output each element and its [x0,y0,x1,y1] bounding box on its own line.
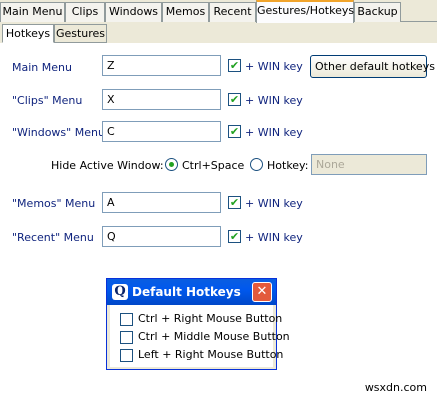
clips-menu-win-checkbox[interactable] [228,93,241,106]
memos-menu-win-label: + WIN key [245,197,303,210]
windows-menu-label: "Windows" Menu [12,126,105,139]
ctrl-right-mouse-label: Ctrl + Right Mouse Button [138,312,283,325]
windows-menu-win-label: + WIN key [245,126,303,139]
memos-menu-label: "Memos" Menu [12,197,96,210]
hotkey-radio[interactable] [250,158,263,171]
close-icon[interactable]: ✕ [252,282,272,302]
ctrl-middle-mouse-checkbox[interactable] [120,331,133,344]
tab-recent[interactable]: Recent [209,2,256,22]
tab-main-menu[interactable]: Main Menu [0,2,65,22]
hide-active-window-label: Hide Active Window: [51,159,164,172]
dialog-body: Ctrl + Right Mouse Button Ctrl + Middle … [110,305,290,367]
subtab-gestures[interactable]: Gestures [54,24,107,43]
other-default-hotkeys-button[interactable]: Other default hotkeys [310,55,435,78]
dialog-titlebar[interactable]: Q Default Hotkeys ✕ [107,279,276,305]
left-right-mouse-checkbox[interactable] [120,349,133,362]
main-menu-key-input[interactable]: Z [102,55,221,76]
recent-menu-key-input[interactable]: Q [102,226,221,247]
watermark: wsxdn.com [364,381,427,394]
hotkey-option-label: Hotkey: [267,159,309,172]
main-menu-win-checkbox[interactable] [228,59,241,72]
app-q-icon: Q [112,284,128,300]
tab-backup[interactable]: Backup [354,2,401,22]
tab-clips[interactable]: Clips [65,2,105,22]
tab-memos[interactable]: Memos [162,2,209,22]
clips-menu-label: "Clips" Menu [12,94,83,107]
ctrl-right-mouse-checkbox[interactable] [120,313,133,326]
clips-menu-win-label: + WIN key [245,94,303,107]
memos-menu-win-checkbox[interactable] [228,196,241,209]
main-menu-win-label: + WIN key [245,60,303,73]
subtab-hotkeys[interactable]: Hotkeys [2,24,54,43]
recent-menu-label: "Recent" Menu [12,231,94,244]
default-hotkeys-dialog: Q Default Hotkeys ✕ Ctrl + Right Mouse B… [106,278,290,370]
ctrl-space-label: Ctrl+Space [182,159,245,172]
left-right-mouse-label: Left + Right Mouse Button [138,348,284,361]
clips-menu-key-input[interactable]: X [102,89,221,110]
windows-menu-win-checkbox[interactable] [228,125,241,138]
tab-windows[interactable]: Windows [105,2,162,22]
ctrl-middle-mouse-label: Ctrl + Middle Mouse Button [138,330,290,343]
main-tab-strip: Main Menu Clips Windows Memos Recent Ges… [0,0,437,23]
hide-window-hotkey-input[interactable]: None [311,154,427,175]
main-menu-label: Main Menu [12,61,72,74]
windows-menu-key-input[interactable]: C [102,121,221,142]
recent-menu-win-label: + WIN key [245,231,303,244]
ctrl-space-radio[interactable] [165,158,178,171]
recent-menu-win-checkbox[interactable] [228,230,241,243]
tab-gestures-hotkeys[interactable]: Gestures/Hotkeys [256,0,354,23]
dialog-title: Default Hotkeys [132,285,241,299]
memos-menu-key-input[interactable]: A [102,192,221,213]
